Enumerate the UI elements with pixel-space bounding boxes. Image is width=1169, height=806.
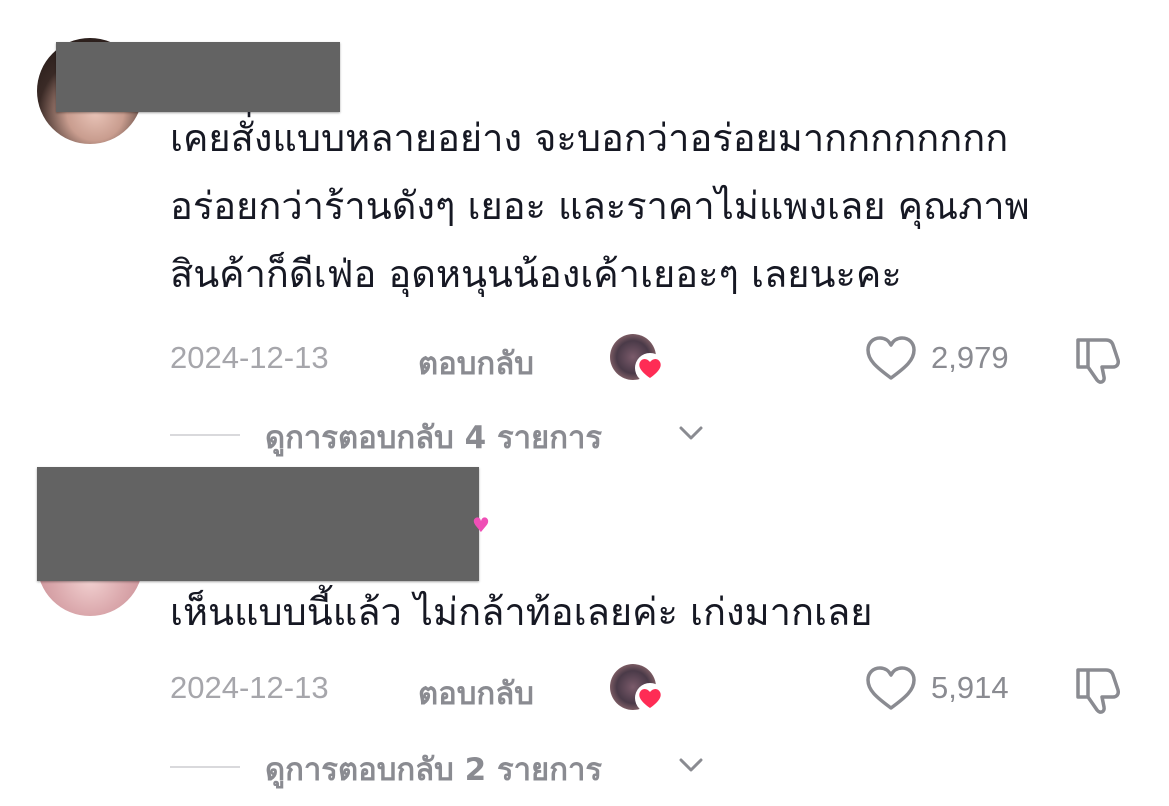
comment-date: 2024-12-13 [170, 670, 329, 705]
heart-icon[interactable] [864, 664, 918, 714]
comment-date: 2024-12-13 [170, 340, 329, 375]
comment-text: เห็นแบบนี้แล้ว ไม่กล้าท้อเลยค่ะ เก่งมากเ… [170, 590, 873, 634]
like-count: 2,979 [931, 340, 1009, 375]
divider [170, 434, 240, 436]
reply-button[interactable]: ตอบกลับ [418, 668, 534, 718]
heart-icon[interactable] [864, 334, 918, 384]
creator-liked-badge [610, 662, 666, 718]
creator-liked-badge [610, 332, 666, 388]
emoji-fragment: ♥ [472, 513, 490, 537]
comment-text: เคยสั่งแบบหลายอย่าง จะบอกว่าอร่อยมากกกกก… [170, 116, 1030, 296]
thumbs-down-icon[interactable] [1072, 332, 1126, 386]
comment-meta: 2024-12-13 ตอบกลับ 5,914 [0, 662, 1169, 718]
creator-heart-badge-icon [635, 683, 665, 713]
redacted-username [37, 467, 479, 581]
comment-meta: 2024-12-13 ตอบกลับ 2,979 [0, 332, 1169, 388]
thumbs-down-icon[interactable] [1072, 662, 1126, 716]
view-replies-label[interactable]: ดูการตอบกลับ 2 รายการ [265, 744, 602, 794]
chevron-down-icon[interactable] [676, 420, 706, 446]
view-replies-label[interactable]: ดูการตอบกลับ 4 รายการ [265, 412, 602, 462]
like-count: 5,914 [931, 670, 1009, 705]
divider [170, 766, 240, 768]
chevron-down-icon[interactable] [676, 752, 706, 778]
creator-heart-badge-icon [635, 353, 665, 383]
view-replies-toggle[interactable]: ดูการตอบกลับ 4 รายการ [0, 410, 1169, 460]
redacted-username [56, 42, 340, 112]
view-replies-toggle[interactable]: ดูการตอบกลับ 2 รายการ [0, 742, 1169, 792]
reply-button[interactable]: ตอบกลับ [418, 338, 534, 388]
